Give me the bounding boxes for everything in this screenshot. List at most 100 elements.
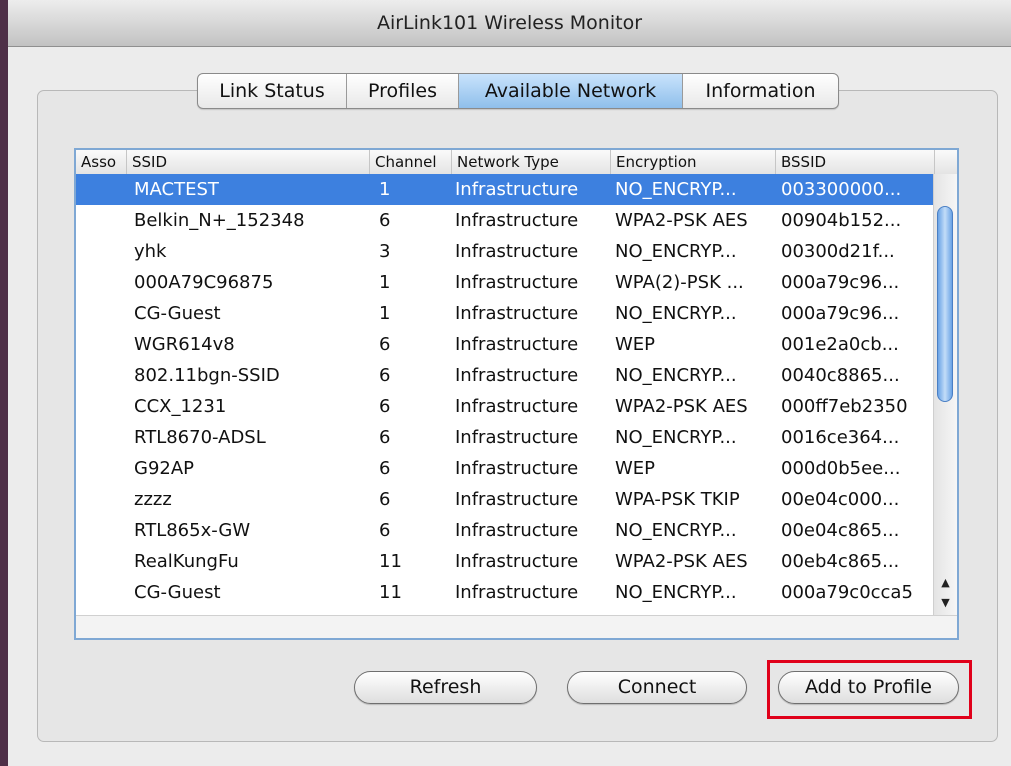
vertical-scrollbar[interactable]: ▲ ▼ bbox=[933, 174, 957, 616]
cell-ssid: RealKungFu bbox=[134, 551, 239, 572]
column-header-bssid[interactable]: BSSID bbox=[776, 150, 935, 174]
table-row[interactable]: 802.11bgn-SSID 6 Infrastructure NO_ENCRYP..… bbox=[76, 360, 936, 391]
cell-bssid: 0016ce364... bbox=[781, 427, 900, 448]
cell-channel: 6 bbox=[379, 210, 391, 231]
cell-channel: 6 bbox=[379, 520, 391, 541]
cell-ssid: G92AP bbox=[134, 458, 195, 479]
cell-ssid: CG-Guest bbox=[134, 303, 221, 324]
cell-encryption: NO_ENCRYP... bbox=[615, 179, 737, 200]
cell-encryption: WPA2-PSK AES bbox=[615, 210, 748, 231]
table-row[interactable]: CCX_1231 6 Infrastructure WPA2-PSK AES 000ff… bbox=[76, 391, 936, 422]
cell-channel: 6 bbox=[379, 396, 391, 417]
cell-encryption: NO_ENCRYP... bbox=[615, 427, 737, 448]
cell-channel: 6 bbox=[379, 334, 391, 355]
table-row[interactable]: RealKungFu 11 Infrastructure WPA2-PSK AES 00… bbox=[76, 546, 936, 577]
cell-network-type: Infrastructure bbox=[455, 489, 579, 510]
cell-bssid: 000a79c0cca5 bbox=[781, 582, 913, 603]
title-bar[interactable]: AirLink101 Wireless Monitor bbox=[8, 0, 1011, 47]
cell-network-type: Infrastructure bbox=[455, 272, 579, 293]
connect-button[interactable]: Connect bbox=[567, 671, 747, 704]
scroll-up-arrow-icon[interactable]: ▲ bbox=[934, 574, 957, 592]
table-row[interactable]: WGR614v8 6 Infrastructure WEP 001e2a0cb... bbox=[76, 329, 936, 360]
tab-available-network[interactable]: Available Network bbox=[459, 74, 683, 108]
cell-asso bbox=[81, 205, 127, 236]
cell-asso bbox=[81, 484, 127, 515]
cell-asso bbox=[81, 391, 127, 422]
tab-bar: Link Status Profiles Available Network I… bbox=[197, 73, 839, 109]
table-header: Asso SSID Channel Network Type Encryptio… bbox=[76, 150, 957, 175]
cell-channel: 6 bbox=[379, 489, 391, 510]
table-footer bbox=[76, 615, 957, 638]
table-row[interactable]: CG-Guest 11 Infrastructure NO_ENCRYP... 000a… bbox=[76, 577, 936, 608]
annotation-highlight-box bbox=[767, 660, 972, 719]
cell-network-type: Infrastructure bbox=[455, 520, 579, 541]
table-row[interactable]: 000A79C96875 1 Infrastructure WPA(2)-PSK ..… bbox=[76, 267, 936, 298]
cell-channel: 11 bbox=[379, 582, 402, 603]
cell-ssid: RTL8670-ADSL bbox=[134, 427, 266, 448]
cell-asso bbox=[81, 267, 127, 298]
cell-asso bbox=[81, 515, 127, 546]
cell-bssid: 0040c8865... bbox=[781, 365, 900, 386]
cell-ssid: 802.11bgn-SSID bbox=[134, 365, 280, 386]
cell-channel: 3 bbox=[379, 241, 391, 262]
column-header-ssid[interactable]: SSID bbox=[127, 150, 370, 174]
table-row[interactable]: RTL865x-GW 6 Infrastructure NO_ENCRYP... 00e… bbox=[76, 515, 936, 546]
tab-link-status[interactable]: Link Status bbox=[198, 74, 347, 108]
cell-network-type: Infrastructure bbox=[455, 179, 579, 200]
column-header-encryption[interactable]: Encryption bbox=[611, 150, 776, 174]
table-row[interactable]: yhk 3 Infrastructure NO_ENCRYP... 00300d21f.… bbox=[76, 236, 936, 267]
scrollbar-thumb[interactable] bbox=[937, 206, 953, 402]
table-row[interactable]: MACTEST 1 Infrastructure NO_ENCRYP... 003300… bbox=[76, 174, 936, 205]
cell-encryption: WEP bbox=[615, 458, 656, 479]
cell-bssid: 00e04c865... bbox=[781, 520, 900, 541]
cell-encryption: WPA2-PSK AES bbox=[615, 396, 748, 417]
cell-ssid: CCX_1231 bbox=[134, 396, 227, 417]
cell-bssid: 001e2a0cb... bbox=[781, 334, 899, 355]
cell-asso bbox=[81, 360, 127, 391]
cell-channel: 6 bbox=[379, 427, 391, 448]
table-row[interactable]: Belkin_N+_152348 6 Infrastructure WPA2-PSK … bbox=[76, 205, 936, 236]
cell-network-type: Infrastructure bbox=[455, 551, 579, 572]
cell-ssid: RTL865x-GW bbox=[134, 520, 251, 541]
cell-network-type: Infrastructure bbox=[455, 241, 579, 262]
column-header-network-type[interactable]: Network Type bbox=[452, 150, 611, 174]
cell-encryption: NO_ENCRYP... bbox=[615, 365, 737, 386]
cell-asso bbox=[81, 546, 127, 577]
table-row[interactable]: CG-Guest 1 Infrastructure NO_ENCRYP... 000a7… bbox=[76, 298, 936, 329]
tab-information[interactable]: Information bbox=[683, 74, 838, 108]
scroll-down-arrow-icon[interactable]: ▼ bbox=[934, 594, 957, 612]
column-header-channel[interactable]: Channel bbox=[370, 150, 452, 174]
cell-asso bbox=[81, 453, 127, 484]
cell-network-type: Infrastructure bbox=[455, 582, 579, 603]
cell-channel: 1 bbox=[379, 179, 391, 200]
network-table[interactable]: Asso SSID Channel Network Type Encryptio… bbox=[74, 148, 959, 640]
cell-ssid: 000A79C96875 bbox=[134, 272, 274, 293]
cell-bssid: 00300d21f... bbox=[781, 241, 895, 262]
cell-network-type: Infrastructure bbox=[455, 210, 579, 231]
refresh-button[interactable]: Refresh bbox=[354, 671, 537, 704]
cell-encryption: WPA2-PSK AES bbox=[615, 551, 748, 572]
table-row[interactable]: G92AP 6 Infrastructure WEP 000d0b5ee... bbox=[76, 453, 936, 484]
cell-encryption: NO_ENCRYP... bbox=[615, 520, 737, 541]
cell-ssid: MACTEST bbox=[134, 179, 219, 200]
column-header-asso[interactable]: Asso bbox=[76, 150, 127, 174]
cell-ssid: CG-Guest bbox=[134, 582, 221, 603]
cell-bssid: 003300000... bbox=[781, 179, 902, 200]
cell-encryption: WEP bbox=[615, 334, 656, 355]
cell-encryption: NO_ENCRYP... bbox=[615, 582, 737, 603]
cell-encryption: NO_ENCRYP... bbox=[615, 303, 737, 324]
cell-ssid: yhk bbox=[134, 241, 167, 262]
cell-asso bbox=[81, 577, 127, 608]
table-row[interactable]: RTL8670-ADSL 6 Infrastructure NO_ENCRYP... 0… bbox=[76, 422, 936, 453]
cell-network-type: Infrastructure bbox=[455, 365, 579, 386]
cell-bssid: 00e04c000... bbox=[781, 489, 900, 510]
cell-network-type: Infrastructure bbox=[455, 427, 579, 448]
cell-network-type: Infrastructure bbox=[455, 396, 579, 417]
cell-network-type: Infrastructure bbox=[455, 303, 579, 324]
cell-ssid: zzzz bbox=[134, 489, 172, 510]
cell-channel: 1 bbox=[379, 303, 391, 324]
tab-profiles[interactable]: Profiles bbox=[347, 74, 459, 108]
table-row[interactable]: zzzz 6 Infrastructure WPA-PSK TKIP 00e04c000… bbox=[76, 484, 936, 515]
cell-bssid: 000a79c96... bbox=[781, 303, 900, 324]
cell-asso bbox=[81, 174, 127, 205]
